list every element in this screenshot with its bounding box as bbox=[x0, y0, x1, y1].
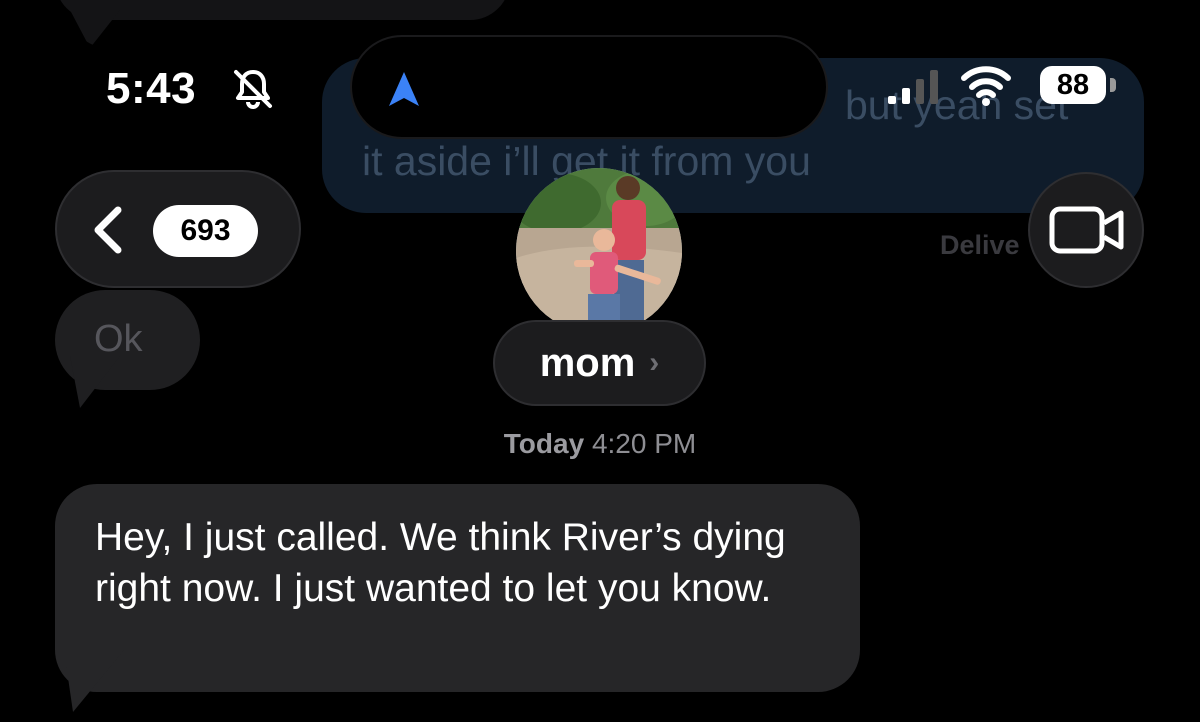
incoming-message-text: Hey, I just called. We think River’s dyi… bbox=[95, 516, 786, 610]
battery-icon bbox=[1110, 78, 1116, 92]
status-time: 5:43 bbox=[106, 64, 197, 113]
timestamp-day: Today bbox=[503, 428, 585, 459]
battery-level: 88 bbox=[1040, 66, 1106, 104]
bell-slash-icon bbox=[234, 70, 272, 109]
outgoing-message-line1: but yeah set bbox=[845, 82, 1069, 128]
chevron-left-icon[interactable] bbox=[88, 206, 128, 254]
avatar-photo bbox=[516, 168, 682, 334]
incoming-message-text: Ok bbox=[94, 318, 143, 360]
contact-avatar[interactable] bbox=[516, 168, 682, 334]
wifi-icon bbox=[961, 66, 1011, 106]
timestamp-time: 4:20 PM bbox=[591, 428, 697, 459]
contact-name-button[interactable]: mom › bbox=[493, 320, 706, 406]
chevron-right-icon: › bbox=[649, 346, 660, 379]
previous-message-bubble bbox=[55, 0, 510, 20]
previous-message-tail bbox=[70, 10, 120, 48]
delivered-status: Delive bbox=[940, 230, 1020, 260]
unread-count-badge[interactable]: 693 bbox=[153, 205, 258, 257]
video-camera-icon[interactable] bbox=[1049, 205, 1125, 255]
message-timestamp: Today 4:20 PM bbox=[0, 428, 1200, 460]
location-arrow-icon bbox=[389, 72, 419, 106]
contact-name: mom bbox=[539, 340, 636, 385]
signal-icon bbox=[888, 70, 938, 104]
